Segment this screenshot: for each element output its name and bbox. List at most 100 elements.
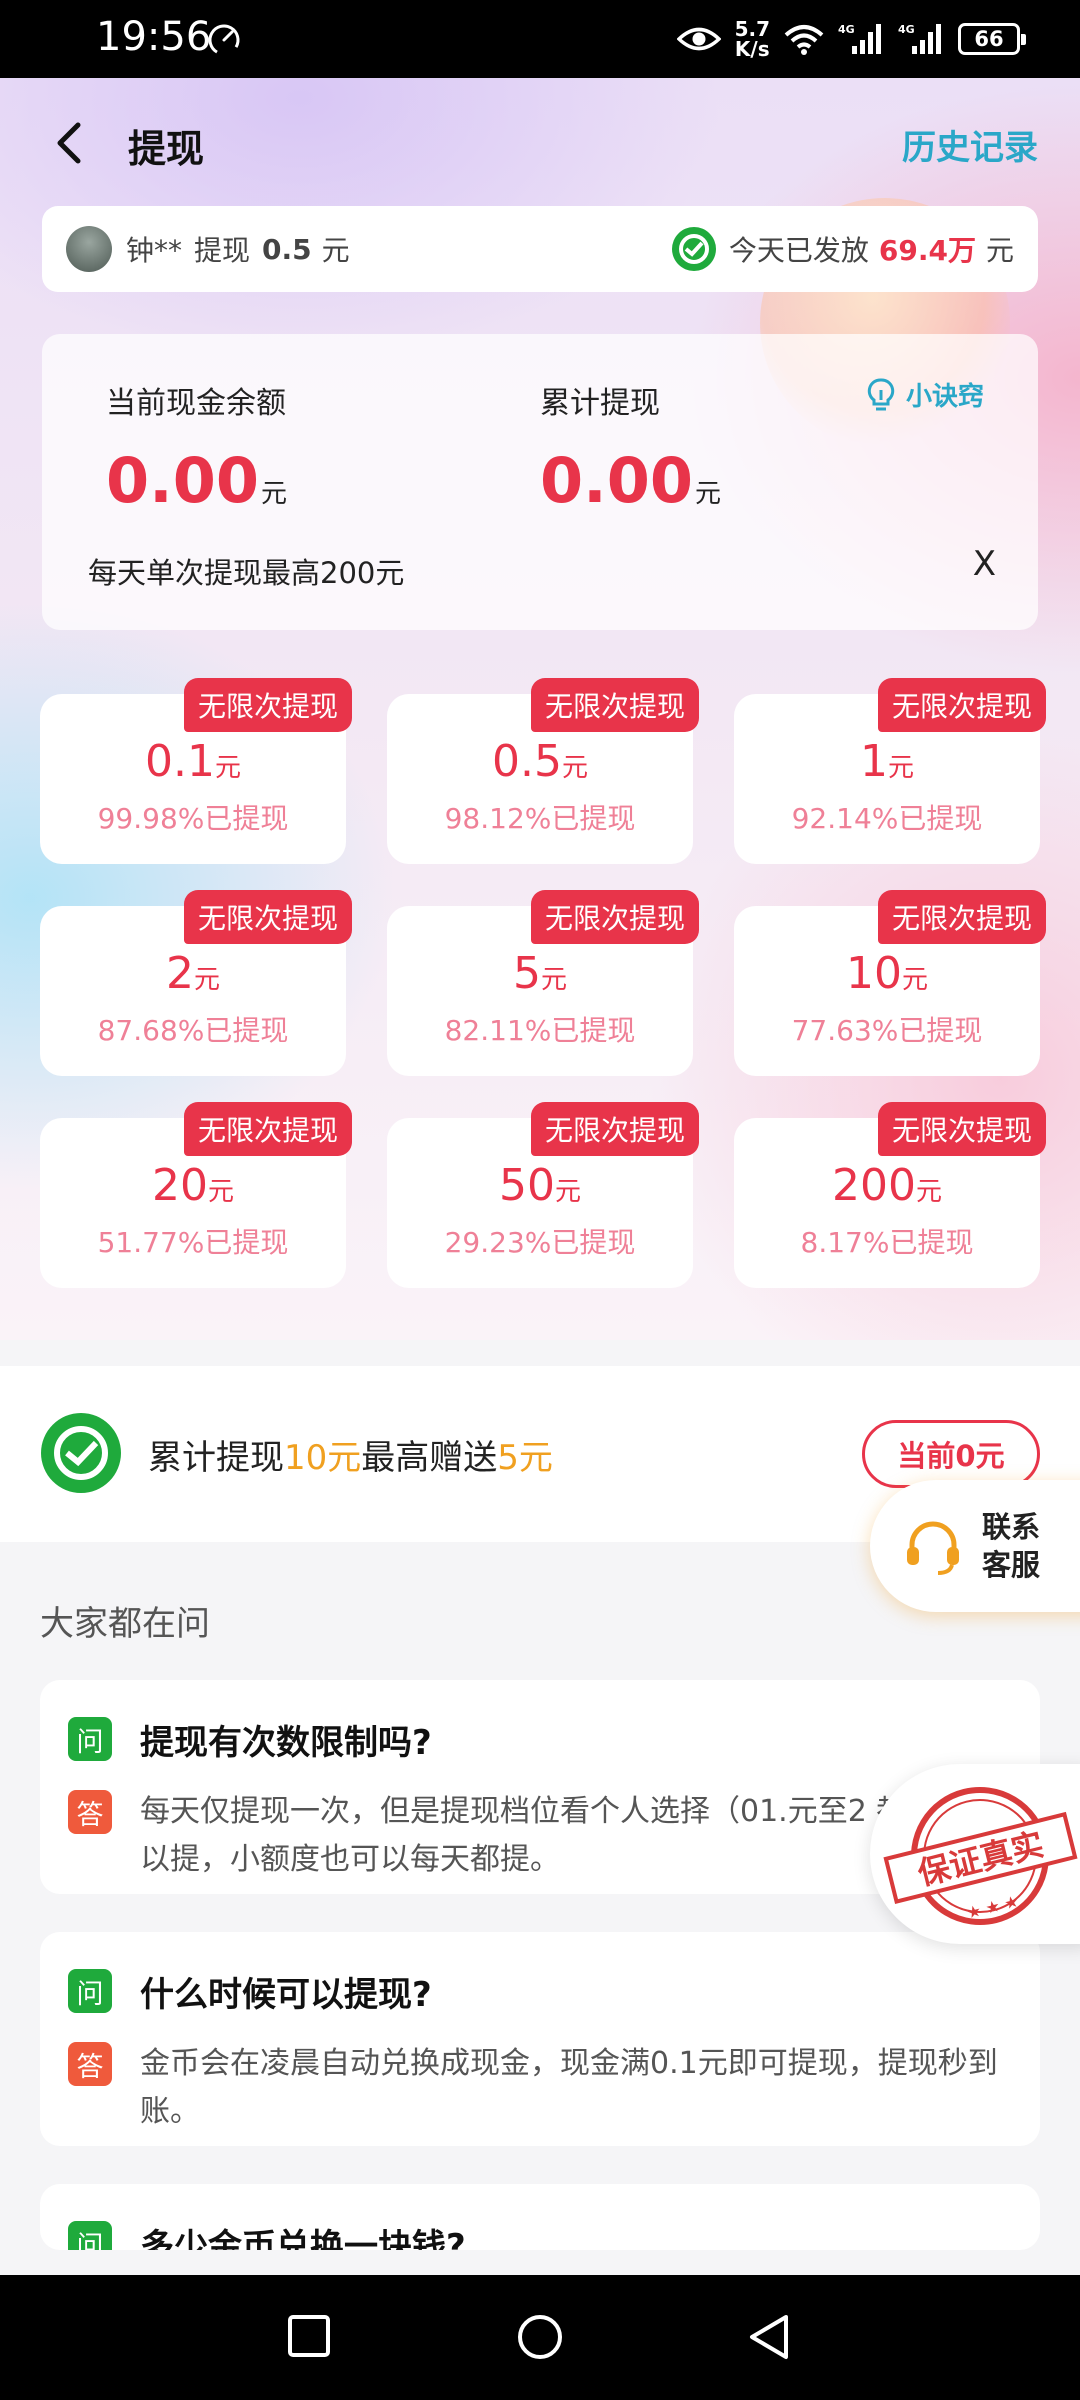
unlimited-badge: 无限次提现: [183, 678, 352, 732]
option-rate: 82.11%已提现: [444, 1014, 636, 1047]
current-bonus-button[interactable]: 当前0元: [862, 1420, 1040, 1488]
signal-icon-1: 4G: [838, 23, 881, 54]
faq-item[interactable]: 问 多少金币兑换一块钱?: [40, 2184, 1040, 2250]
option-amount-unit: 元: [561, 753, 588, 783]
total-withdrawn-number: 0.00: [540, 444, 693, 517]
faq-title: 大家都在问: [40, 1604, 210, 1644]
history-link[interactable]: 历史记录: [902, 120, 1038, 169]
option-amount-value: 5: [512, 948, 541, 999]
option-rate: 29.23%已提现: [444, 1226, 636, 1259]
balance-panel: 当前现金余额 累计提现 0.00元 0.00元 小诀窍 每天单次提现最高200元…: [42, 334, 1038, 630]
option-amount-value: 200: [832, 1160, 916, 1211]
daily-limit-note: 每天单次提现最高200元: [88, 556, 405, 590]
option-amount-value: 1: [859, 736, 888, 787]
option-amount-unit: 元: [554, 1177, 581, 1207]
eye-icon: [676, 27, 721, 51]
ticker-action: 提现: [194, 234, 251, 267]
close-note-button[interactable]: X: [973, 544, 996, 584]
option-rate: 92.14%已提现: [791, 802, 983, 835]
today-issued: 今天已发放 69.4万 元: [671, 226, 1014, 272]
back-arrow-icon[interactable]: [48, 115, 92, 171]
total-withdrawn-label: 累计提现: [540, 386, 660, 421]
faq-question: 多少金币兑换一块钱?: [140, 2226, 466, 2251]
answer-tag: 答: [68, 1790, 112, 1834]
recent-apps-icon[interactable]: [286, 2313, 332, 2359]
system-navigation-bar: [0, 2275, 1080, 2400]
faq-question: 提现有次数限制吗?: [140, 1722, 432, 1763]
current-balance-unit: 元: [260, 479, 287, 509]
unlimited-badge: 无限次提现: [877, 1102, 1046, 1156]
speed-value: 5.7: [734, 17, 770, 41]
question-tag: 问: [68, 1717, 112, 1761]
unlimited-badge: 无限次提现: [877, 890, 1046, 944]
back-icon[interactable]: [746, 2313, 794, 2361]
option-amount-unit: 元: [214, 753, 241, 783]
option-rate: 8.17%已提现: [800, 1226, 974, 1259]
today-prefix: 今天已发放: [728, 234, 869, 267]
total-withdrawn-unit: 元: [694, 479, 721, 509]
page-title: 提现: [128, 127, 205, 171]
faq-answer: 每天仅提现一次，但是提现档位看个人选择（01.元至2 都可以提，小额度也可以每天…: [140, 1794, 937, 1877]
status-bar: 19:56 5.7 K/s 4G 4G 66: [0, 0, 1080, 78]
service-label: 联系 客服: [982, 1508, 1040, 1584]
ticker-unit: 元: [321, 234, 350, 267]
today-unit: 元: [985, 234, 1014, 267]
current-balance-number: 0.00: [106, 444, 259, 517]
option-amount-value: 50: [498, 1160, 555, 1211]
answer-tag: 答: [68, 2042, 112, 2086]
headset-icon: [907, 1521, 959, 1575]
promo-highlight1: 10元: [284, 1438, 362, 1478]
option-amount-value: 10: [845, 948, 902, 999]
wechat-pay-icon: [41, 1413, 121, 1493]
tips-link[interactable]: 小诀窍: [866, 376, 984, 413]
signal-label-2: 4G: [898, 23, 915, 36]
home-icon[interactable]: [516, 2313, 564, 2361]
option-amount-unit: 元: [915, 1177, 942, 1207]
unlimited-badge: 无限次提现: [183, 1102, 352, 1156]
signal-label-1: 4G: [838, 23, 855, 36]
withdraw-option-50[interactable]: 无限次提现 50元 29.23%已提现: [387, 1102, 699, 1288]
total-withdrawn-value: 0.00元: [540, 444, 721, 517]
option-rate: 51.77%已提现: [97, 1226, 289, 1259]
withdraw-option-1[interactable]: 无限次提现 1元 92.14%已提现: [734, 678, 1046, 864]
network-speed: 5.7 K/s: [735, 19, 770, 59]
status-time: 19:56: [96, 14, 212, 60]
signal-icon-2: 4G: [898, 23, 941, 54]
option-amount-unit: 元: [540, 965, 567, 995]
customer-service-button[interactable]: 联系 客服: [870, 1480, 1080, 1612]
option-rate: 99.98%已提现: [97, 802, 289, 835]
guarantee-stamp: 保证真实 ★ ★ ★: [870, 1764, 1080, 1944]
speed-gauge-icon: [208, 24, 240, 56]
option-amount-unit: 元: [207, 1177, 234, 1207]
option-amount-unit: 元: [901, 965, 928, 995]
current-balance-label: 当前现金余额: [106, 386, 286, 421]
promo-part2: 最高赠送: [361, 1438, 498, 1478]
current-balance-value: 0.00元: [106, 444, 287, 517]
unlimited-badge: 无限次提现: [530, 1102, 699, 1156]
lightbulb-icon: [867, 378, 895, 410]
ticker-user: 钟**: [126, 234, 183, 267]
question-tag: 问: [68, 2221, 112, 2250]
speed-unit: K/s: [734, 37, 770, 61]
unlimited-badge: 无限次提现: [877, 678, 1046, 732]
unlimited-badge: 无限次提现: [530, 678, 699, 732]
option-rate: 77.63%已提现: [791, 1014, 983, 1047]
option-amount-unit: 元: [193, 965, 220, 995]
avatar: [66, 226, 112, 272]
status-icons: 5.7 K/s 4G 4G 66: [676, 12, 1026, 66]
option-amount-value: 20: [151, 1160, 208, 1211]
withdraw-option-2[interactable]: 无限次提现 2元 87.68%已提现: [40, 890, 352, 1076]
option-amount-value: 0.1: [145, 736, 215, 787]
withdraw-option-20[interactable]: 无限次提现 20元 51.77%已提现: [40, 1102, 352, 1288]
withdraw-options: 无限次提现 0.1元 99.98%已提现 无限次提现 0.5元 98.12%已提…: [40, 678, 1046, 1288]
withdraw-option-0-5[interactable]: 无限次提现 0.5元 98.12%已提现: [387, 678, 699, 864]
promo-part1: 累计提现: [148, 1438, 284, 1478]
faq-item[interactable]: 问什么时候可以提现? 答金币会在凌晨自动兑换成现金，现金满0.1元即可提现，提现…: [40, 1932, 1040, 2146]
option-amount-value: 2: [165, 948, 194, 999]
withdraw-option-10[interactable]: 无限次提现 10元 77.63%已提现: [734, 890, 1046, 1076]
withdraw-option-0-1[interactable]: 无限次提现 0.1元 99.98%已提现: [40, 678, 352, 864]
unlimited-badge: 无限次提现: [530, 890, 699, 944]
withdraw-option-200[interactable]: 无限次提现 200元 8.17%已提现: [734, 1102, 1046, 1288]
withdraw-option-5[interactable]: 无限次提现 5元 82.11%已提现: [387, 890, 699, 1076]
option-rate: 98.12%已提现: [444, 802, 636, 835]
